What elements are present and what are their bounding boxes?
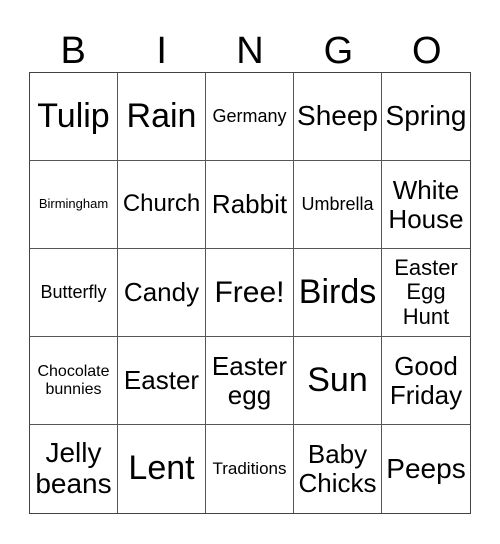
bingo-cell[interactable]: Butterfly (30, 249, 118, 337)
bingo-cell[interactable]: Rabbit (206, 161, 294, 249)
bingo-cell[interactable]: Chocolate bunnies (30, 337, 118, 425)
bingo-cell[interactable]: Spring (382, 73, 470, 161)
bingo-cell[interactable]: Tulip (30, 73, 118, 161)
bingo-header: B I N G O (29, 30, 471, 72)
bingo-grid: Tulip Rain Germany Sheep Spring Birmingh… (29, 72, 471, 514)
free-space[interactable]: Free! (206, 249, 294, 337)
bingo-cell[interactable]: Easter Egg Hunt (382, 249, 470, 337)
bingo-cell[interactable]: Church (118, 161, 206, 249)
header-letter-o: O (412, 30, 442, 72)
bingo-cell[interactable]: Peeps (382, 425, 470, 513)
bingo-cell[interactable]: Germany (206, 73, 294, 161)
bingo-cell[interactable]: Jelly beans (30, 425, 118, 513)
bingo-cell[interactable]: Sun (294, 337, 382, 425)
bingo-cell[interactable]: Easter egg (206, 337, 294, 425)
bingo-cell[interactable]: White House (382, 161, 470, 249)
bingo-cell[interactable]: Birmingham (30, 161, 118, 249)
bingo-cell[interactable]: Baby Chicks (294, 425, 382, 513)
bingo-cell[interactable]: Lent (118, 425, 206, 513)
header-letter-b: B (60, 30, 86, 72)
header-letter-g: G (323, 30, 354, 72)
header-letter-i: I (156, 30, 167, 72)
bingo-cell[interactable]: Sheep (294, 73, 382, 161)
bingo-cell[interactable]: Good Friday (382, 337, 470, 425)
bingo-cell[interactable]: Candy (118, 249, 206, 337)
bingo-cell[interactable]: Birds (294, 249, 382, 337)
bingo-cell[interactable]: Easter (118, 337, 206, 425)
bingo-cell[interactable]: Rain (118, 73, 206, 161)
bingo-cell[interactable]: Traditions (206, 425, 294, 513)
header-letter-n: N (236, 30, 264, 72)
bingo-cell[interactable]: Umbrella (294, 161, 382, 249)
